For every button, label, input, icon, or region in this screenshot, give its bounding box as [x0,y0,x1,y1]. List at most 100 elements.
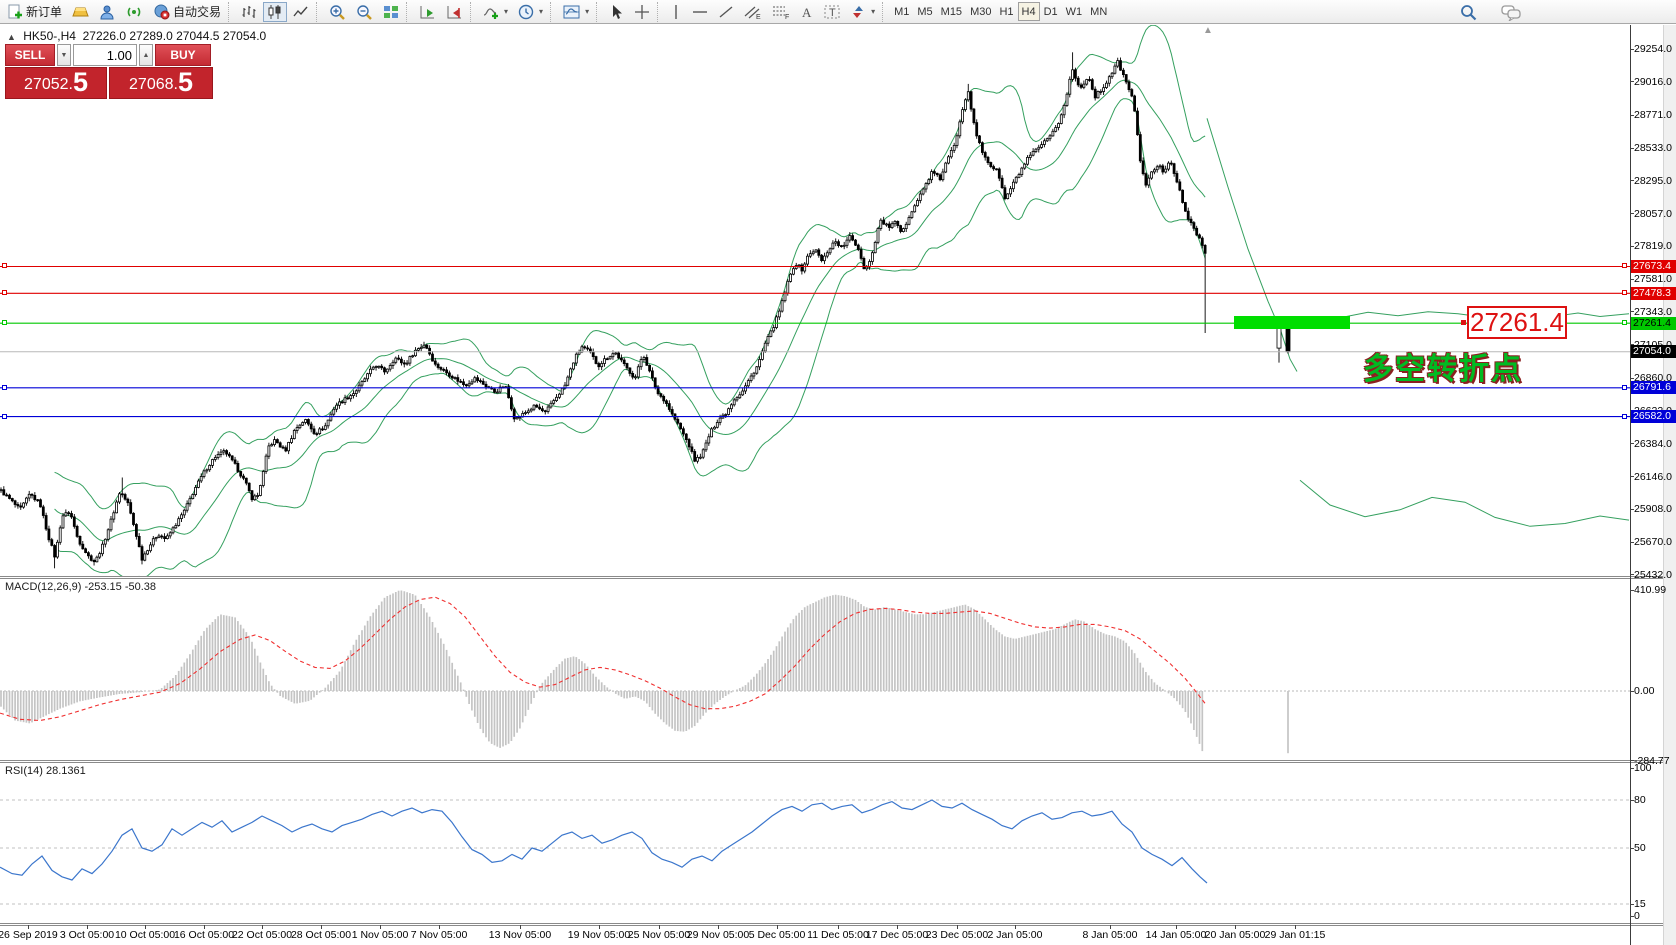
bar-chart-button[interactable] [237,2,261,22]
candle-body [891,224,893,228]
chart-shift-button[interactable] [442,2,467,22]
toolbar-separator [596,2,602,22]
time-axis-label: 29 Jan 01:15 [1265,929,1326,941]
candle-body [316,434,318,435]
candle-body [6,495,8,496]
text-button[interactable]: A [796,2,818,22]
turning-point-annotation[interactable]: 多空转折点 [1363,344,1523,388]
candle-body [959,122,961,136]
candle-body [922,189,924,194]
candle-body [161,536,163,537]
hline-handle[interactable] [2,320,7,325]
buy-price-box[interactable]: 27068. 5 [109,67,213,99]
zoom-group [324,0,404,24]
candle-body [857,245,859,249]
hline-handle[interactable] [2,414,7,419]
buy-button[interactable]: BUY [155,44,211,66]
macd-axis-label: 0.00 [1634,685,1654,697]
signals-button[interactable] [122,2,147,22]
candle-body [338,402,340,405]
fibonacci-button[interactable]: F [768,2,794,22]
time-axis-label: 20 Jan 05:00 [1205,929,1266,941]
channel-button[interactable]: E [740,2,766,22]
time-axis-label: 16 Oct 05:00 [174,929,234,941]
periods-button[interactable]: ▾ [514,2,547,22]
volume-increase-button[interactable]: ▲ [139,44,153,66]
market-watch-button[interactable] [68,2,93,22]
tf-button-MN[interactable]: MN [1086,2,1111,21]
candle-body [423,345,425,347]
candle-body [649,365,651,371]
candle-body [341,402,343,403]
candle-body [578,352,580,354]
candle-body [482,381,484,384]
auto-scroll-button[interactable] [415,2,440,22]
candle-body [1199,235,1201,238]
trendline-button[interactable] [714,2,738,22]
tf-button-M15[interactable]: M15 [937,2,966,21]
collapse-icon[interactable]: ▲ [7,32,16,42]
tf-button-M1[interactable]: M1 [890,2,913,21]
add-indicator-icon [483,4,500,20]
candle-body [471,382,473,384]
volume-decrease-button[interactable]: ▼ [57,44,71,66]
line-chart-button[interactable] [289,2,313,22]
candle-body [336,405,338,409]
rsi-panel-canvas[interactable] [0,763,1630,923]
text-label-button[interactable]: T [820,2,845,22]
candle-body [110,519,112,530]
candle-body [711,429,713,437]
accounts-button[interactable] [95,2,120,22]
zoom-out-button[interactable] [352,2,377,22]
tf-button-W1[interactable]: W1 [1062,2,1087,21]
candle-body [558,394,560,397]
volume-input[interactable] [73,44,137,66]
candle-body [443,369,445,370]
tf-button-H4[interactable]: H4 [1018,2,1040,21]
vertical-line-button[interactable] [666,2,686,22]
macd-panel-canvas[interactable] [0,579,1630,760]
candle-body [1091,80,1093,90]
hline-handle[interactable] [1622,320,1627,325]
candle-body [680,423,682,429]
sell-price-box[interactable]: 27052. 5 [5,67,107,99]
candle-body [1010,189,1012,194]
horizontal-line-button[interactable] [688,2,712,22]
highlight-bar-object[interactable] [1234,316,1350,329]
indicator-window-button[interactable]: ▾ [559,2,593,22]
chat-button[interactable] [1497,2,1525,22]
candle-body [446,370,448,373]
candle-body [979,136,981,143]
hline-handle[interactable] [1622,263,1627,268]
tile-windows-button[interactable] [379,2,403,22]
zoom-in-button[interactable] [325,2,350,22]
tf-button-D1[interactable]: D1 [1040,2,1062,21]
hline-handle[interactable] [1622,385,1627,390]
hline-handle[interactable] [2,290,7,295]
tf-button-M30[interactable]: M30 [966,2,995,21]
cursor-button[interactable] [605,2,628,22]
candle-body [386,369,388,372]
candlestick-chart-button[interactable] [263,2,287,22]
arrows-button[interactable]: ▾ [847,2,879,22]
candle-body [928,180,930,184]
hline-handle[interactable] [2,263,7,268]
symbol-period-label: HK50-,H4 [23,29,76,43]
candle-body [369,369,371,374]
crosshair-button[interactable] [630,2,654,22]
candle-body [527,411,529,413]
price-label-box[interactable]: 27261.4 [1467,306,1567,339]
hline-handle[interactable] [2,385,7,390]
search-button[interactable] [1455,2,1481,22]
new-order-button[interactable]: 新订单 [3,2,66,22]
window-edge-strip [1663,25,1676,945]
sell-button[interactable]: SELL [5,44,55,66]
time-axis-label: 28 Oct 05:00 [291,929,351,941]
main-chart-canvas[interactable] [0,25,1630,576]
tf-button-M5[interactable]: M5 [913,2,936,21]
hline-handle[interactable] [1622,414,1627,419]
hline-handle[interactable] [1622,290,1627,295]
tf-button-H1[interactable]: H1 [995,2,1017,21]
auto-trading-button[interactable]: 自动交易 [149,2,225,22]
add-indicator-button[interactable]: ▾ [479,2,512,22]
